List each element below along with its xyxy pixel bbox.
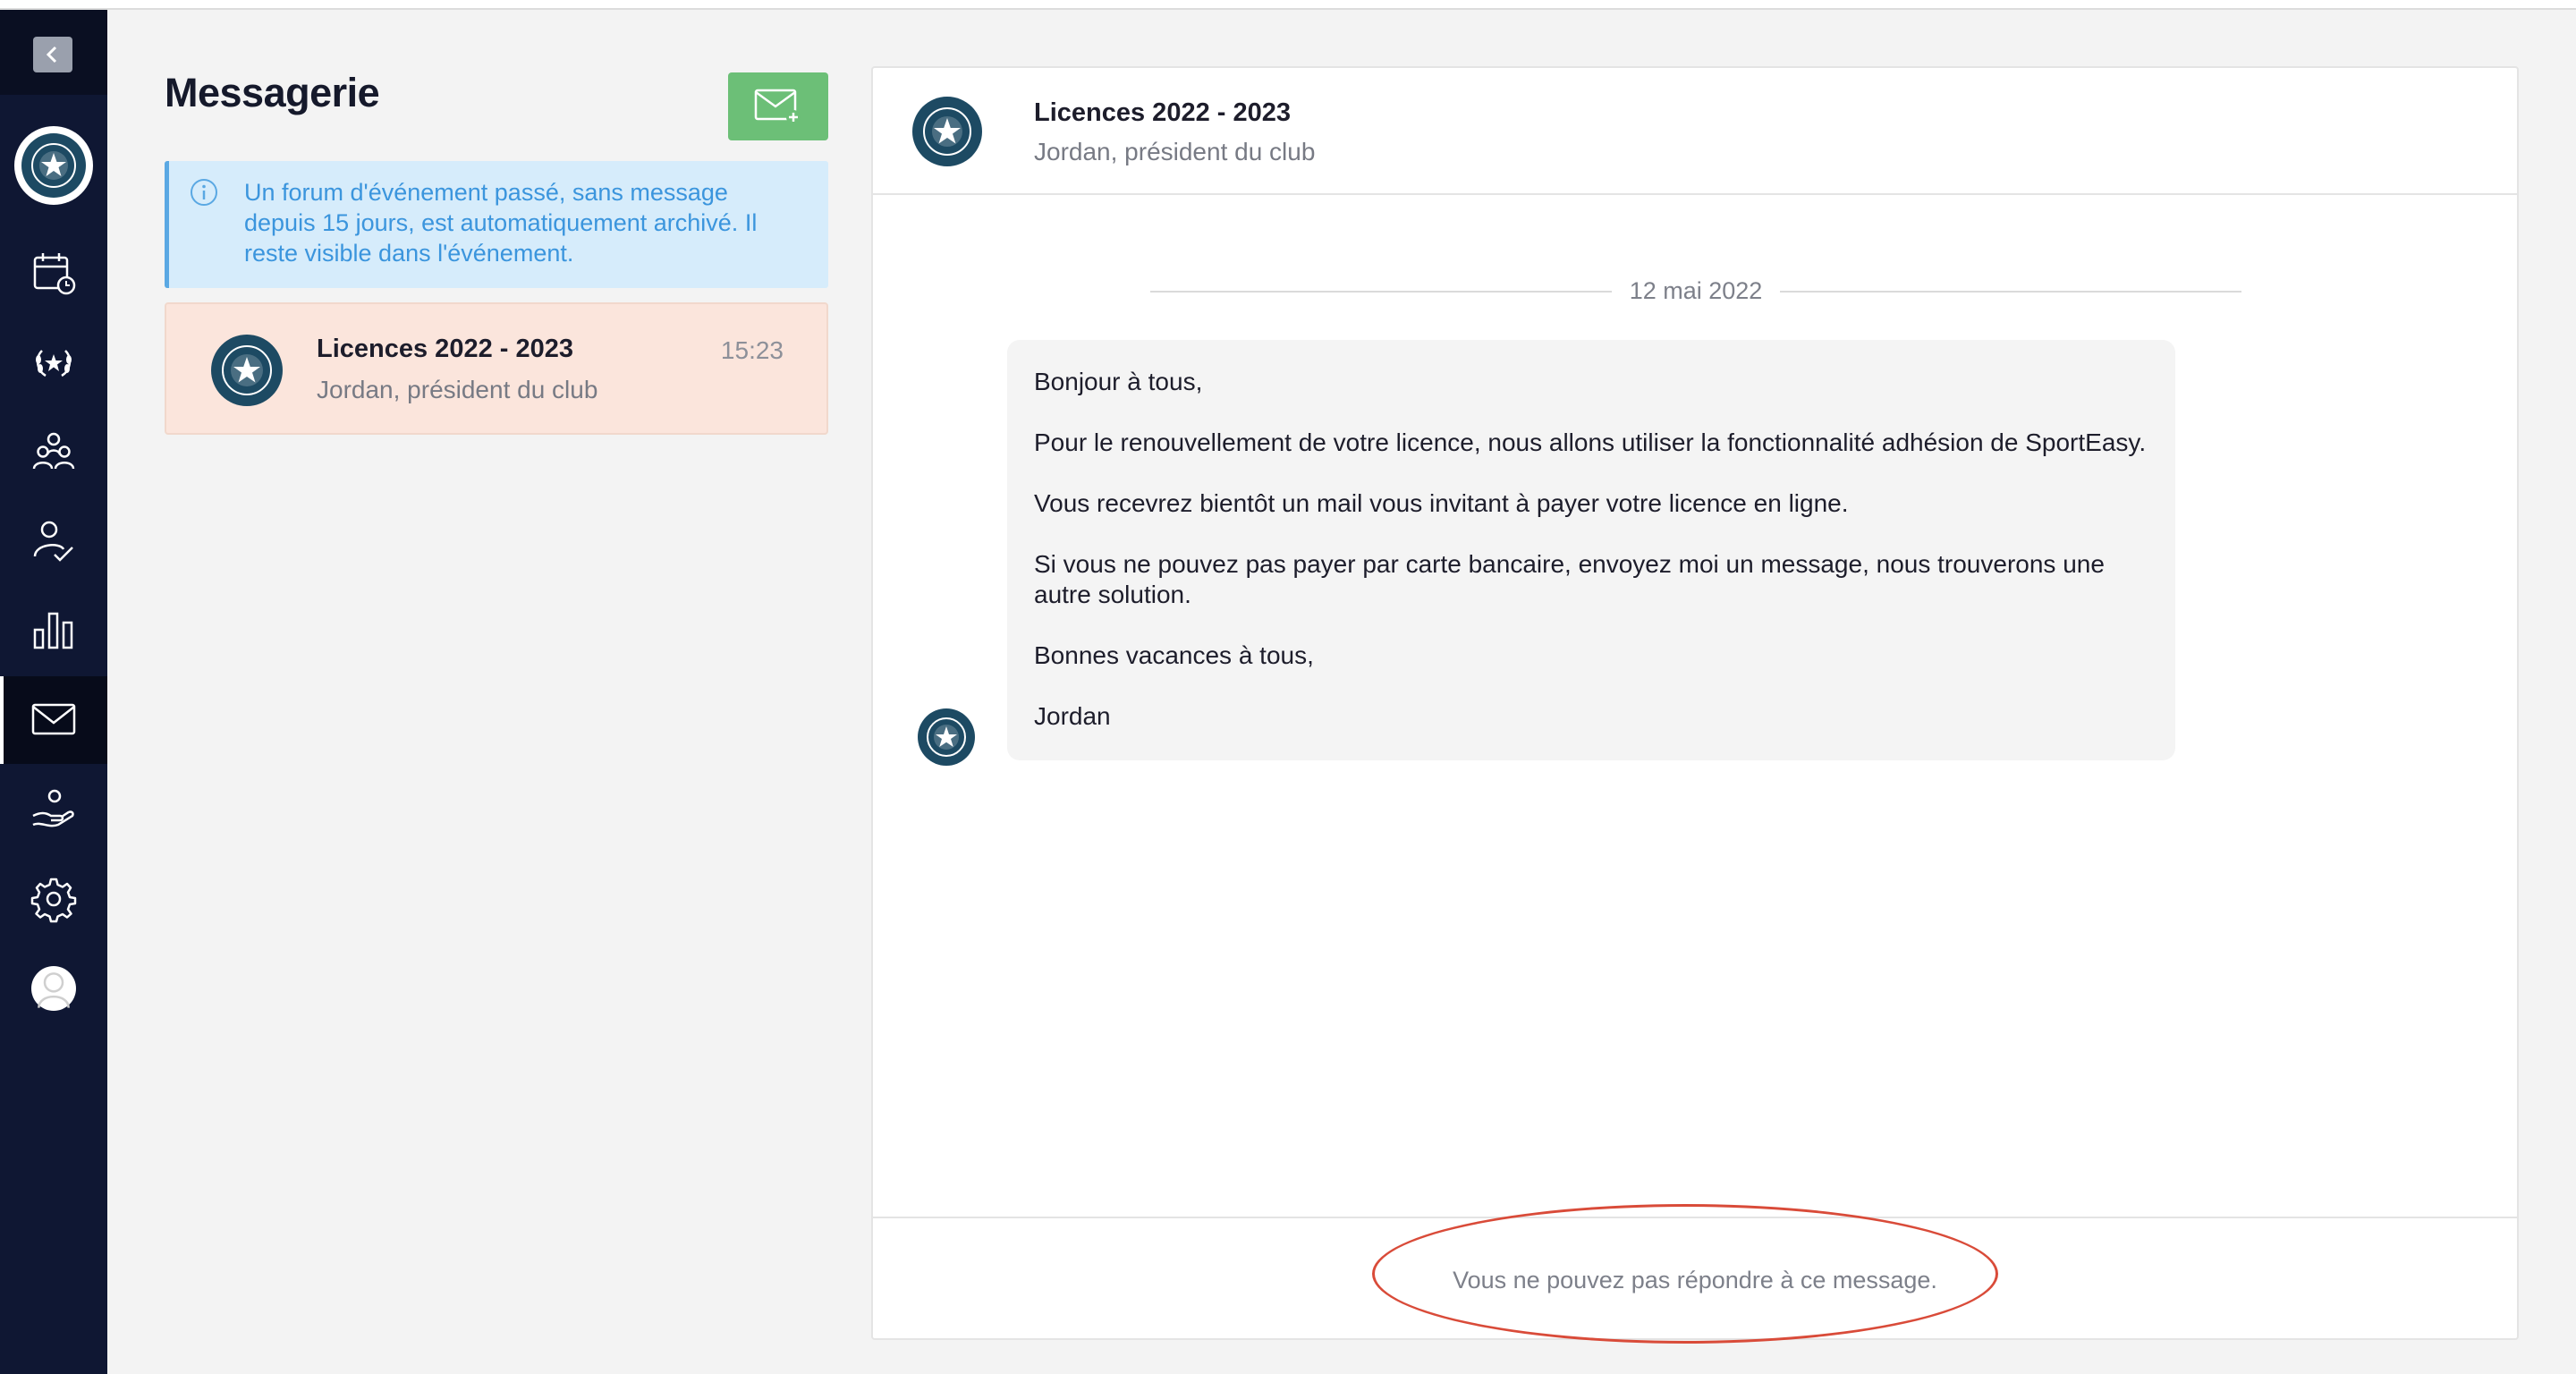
thread-header: Licences 2022 - 2023 Jordan, président d… bbox=[873, 68, 2517, 195]
message-paragraph: Bonjour à tous, bbox=[1034, 368, 1203, 395]
nav-settings[interactable] bbox=[0, 855, 107, 943]
message-thread-panel: Licences 2022 - 2023 Jordan, président d… bbox=[871, 66, 2519, 1344]
archive-info-notice: Un forum d'événement passé, sans message… bbox=[165, 161, 828, 288]
info-text: Un forum d'événement passé, sans message… bbox=[244, 179, 758, 267]
team-members-icon bbox=[32, 432, 75, 470]
user-avatar-icon bbox=[38, 972, 70, 1008]
calendar-icon bbox=[33, 253, 76, 295]
thread-author: Jordan, président du club bbox=[1034, 138, 1316, 165]
club-badge-icon bbox=[912, 97, 982, 166]
nav-profile[interactable] bbox=[0, 945, 107, 1032]
nav-competitions[interactable] bbox=[0, 318, 107, 406]
nav-messages[interactable] bbox=[0, 676, 107, 764]
message-paragraph: Si vous ne pouvez pas payer par carte ba… bbox=[1034, 550, 2105, 608]
settings-gear-icon bbox=[30, 878, 77, 923]
user-avatar bbox=[31, 966, 76, 1011]
thread-footer: Vous ne pouvez pas répondre à ce message… bbox=[873, 1204, 2517, 1344]
thread-title: Licences 2022 - 2023 bbox=[1034, 98, 1291, 127]
annotation-ellipse bbox=[1372, 1204, 1998, 1344]
top-border bbox=[0, 0, 2576, 10]
trophy-laurel-icon bbox=[36, 350, 72, 377]
mail-icon bbox=[31, 703, 76, 735]
info-circle-icon bbox=[191, 179, 217, 206]
nav-payments[interactable] bbox=[0, 766, 107, 853]
sidebar-back-area bbox=[0, 10, 107, 95]
nav-calendar[interactable] bbox=[0, 229, 107, 317]
helping-hand-icon bbox=[32, 789, 74, 827]
club-badge-icon bbox=[211, 335, 283, 406]
message-bubble: Bonjour à tous, Pour le renouvellement d… bbox=[1007, 340, 2175, 760]
collapse-sidebar-button[interactable] bbox=[33, 37, 72, 72]
chevron-left-icon bbox=[46, 46, 57, 64]
date-separator-line bbox=[1780, 291, 2241, 293]
club-badge-icon bbox=[918, 708, 975, 766]
message-paragraph: Vous recevrez bientôt un mail vous invit… bbox=[1034, 489, 1849, 517]
message-paragraph: Jordan bbox=[1034, 702, 1111, 730]
attendance-check-icon bbox=[33, 521, 73, 562]
message-paragraph: Pour le renouvellement de votre licence,… bbox=[1034, 428, 2147, 456]
nav-statistics[interactable] bbox=[0, 587, 107, 674]
conversation-time: 15:23 bbox=[720, 336, 784, 364]
conversation-author: Jordan, président du club bbox=[317, 376, 598, 403]
date-separator: 12 mai 2022 bbox=[1150, 274, 2241, 310]
conversation-item[interactable]: Licences 2022 - 2023 Jordan, président d… bbox=[165, 302, 828, 435]
conversation-title: Licences 2022 - 2023 bbox=[317, 335, 573, 363]
club-avatar[interactable] bbox=[14, 126, 93, 205]
nav-team[interactable] bbox=[0, 408, 107, 496]
statistics-bars-icon bbox=[33, 612, 73, 649]
sidebar bbox=[0, 10, 107, 1374]
page-title: Messagerie bbox=[165, 70, 380, 115]
compose-mail-icon bbox=[754, 89, 801, 124]
new-message-button[interactable] bbox=[728, 72, 828, 140]
nav-attendance[interactable] bbox=[0, 497, 107, 585]
club-badge-icon bbox=[21, 133, 86, 198]
message-paragraph: Bonnes vacances à tous, bbox=[1034, 641, 1314, 669]
